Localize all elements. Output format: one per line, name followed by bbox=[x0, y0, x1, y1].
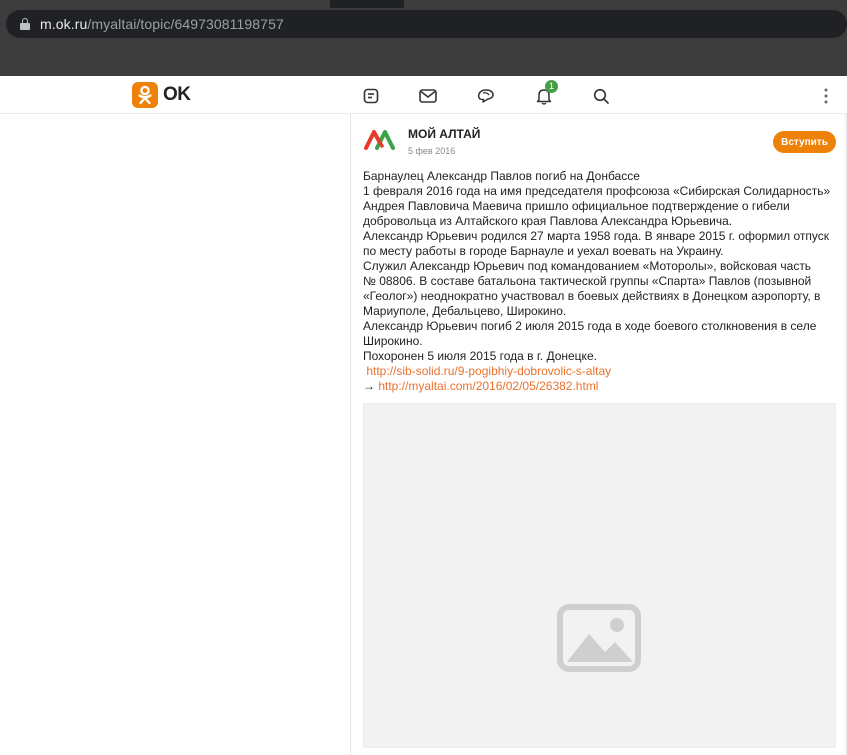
browser-tab[interactable] bbox=[0, 0, 330, 8]
post-date: 5 фев 2016 bbox=[408, 146, 456, 156]
top-nav: 1 bbox=[360, 76, 847, 114]
post-text-line: Служил Александр Юрьевич под командовани… bbox=[363, 259, 812, 273]
post-text-line: Андрея Павловича Маевича пришло официаль… bbox=[363, 199, 790, 213]
myaltai-link[interactable]: http://myaltai.com/2016/02/05/26382.html bbox=[378, 379, 598, 393]
address-bar[interactable]: m.ok.ru/myaltai/topic/64973081198757 bbox=[6, 10, 847, 38]
browser-tab[interactable] bbox=[404, 0, 847, 8]
site-header: OK 1 bbox=[0, 76, 847, 114]
post-link-line: http://sib-solid.ru/9-pogibhiy-dobrovoli… bbox=[363, 364, 837, 379]
search-icon[interactable] bbox=[591, 86, 611, 106]
tab-strip bbox=[0, 0, 847, 8]
lock-icon[interactable] bbox=[20, 18, 30, 30]
post-image[interactable] bbox=[363, 403, 836, 748]
more-icon[interactable] bbox=[816, 86, 836, 106]
left-column bbox=[0, 114, 350, 755]
notification-badge: 1 bbox=[545, 80, 558, 93]
post-text-line: Александр Юрьевич погиб 2 июля 2015 года… bbox=[363, 319, 817, 333]
post-text-line: Мариуполе, Дебальцево, Широкино. bbox=[363, 304, 567, 318]
arrow-prefix: → bbox=[363, 379, 379, 393]
image-placeholder-icon bbox=[557, 604, 641, 672]
browser-toolbar-gap bbox=[0, 48, 847, 76]
join-group-button[interactable]: Вступить bbox=[773, 131, 836, 153]
group-topic-post: МОЙ АЛТАЙ 5 фев 2016 Вступить Барнаулец … bbox=[351, 114, 845, 755]
post-text-line: по месту работы в городе Барнауле и уеха… bbox=[363, 244, 724, 258]
ok-logo-icon bbox=[132, 82, 158, 108]
post-text-line: Александр Юрьевич родился 27 марта 1958 … bbox=[363, 229, 830, 243]
url-host: m.ok.ru bbox=[40, 16, 88, 32]
browser-chrome: m.ok.ru/myaltai/topic/64973081198757 bbox=[0, 0, 847, 76]
notifications-icon[interactable]: 1 bbox=[534, 80, 558, 106]
post-text-line: Широкино. bbox=[363, 334, 423, 348]
post-link-line: → http://myaltai.com/2016/02/05/26382.ht… bbox=[363, 379, 837, 394]
post-text-line: 1 февраля 2016 года на имя председателя … bbox=[363, 184, 831, 198]
ok-logo-text: OK bbox=[163, 84, 191, 105]
url-text[interactable]: m.ok.ru/myaltai/topic/64973081198757 bbox=[40, 16, 284, 32]
group-name-link[interactable]: МОЙ АЛТАЙ bbox=[408, 127, 480, 141]
post-text-line: Похоронен 5 июля 2015 года в г. Донецке. bbox=[363, 349, 597, 363]
post-text: Барнаулец Александр Павлов погиб на Донб… bbox=[363, 169, 837, 394]
feed-icon[interactable] bbox=[361, 86, 381, 106]
sib-solid-link[interactable]: http://sib-solid.ru/9-pogibhiy-dobrovoli… bbox=[366, 364, 611, 378]
ok-logo[interactable]: OK bbox=[132, 82, 191, 108]
discussions-icon[interactable] bbox=[476, 86, 496, 106]
post-text-line: добровольца из Алтайского края Павлова А… bbox=[363, 214, 733, 228]
messages-icon[interactable] bbox=[418, 86, 438, 106]
group-avatar[interactable] bbox=[364, 128, 396, 150]
post-title-line: Барнаулец Александр Павлов погиб на Донб… bbox=[363, 169, 640, 183]
url-path: /myaltai/topic/64973081198757 bbox=[87, 16, 284, 32]
post-text-line: «Геолог») неоднократно участвовал в боев… bbox=[363, 289, 821, 303]
post-text-line: № 08806. В составе батальона тактической… bbox=[363, 274, 812, 288]
